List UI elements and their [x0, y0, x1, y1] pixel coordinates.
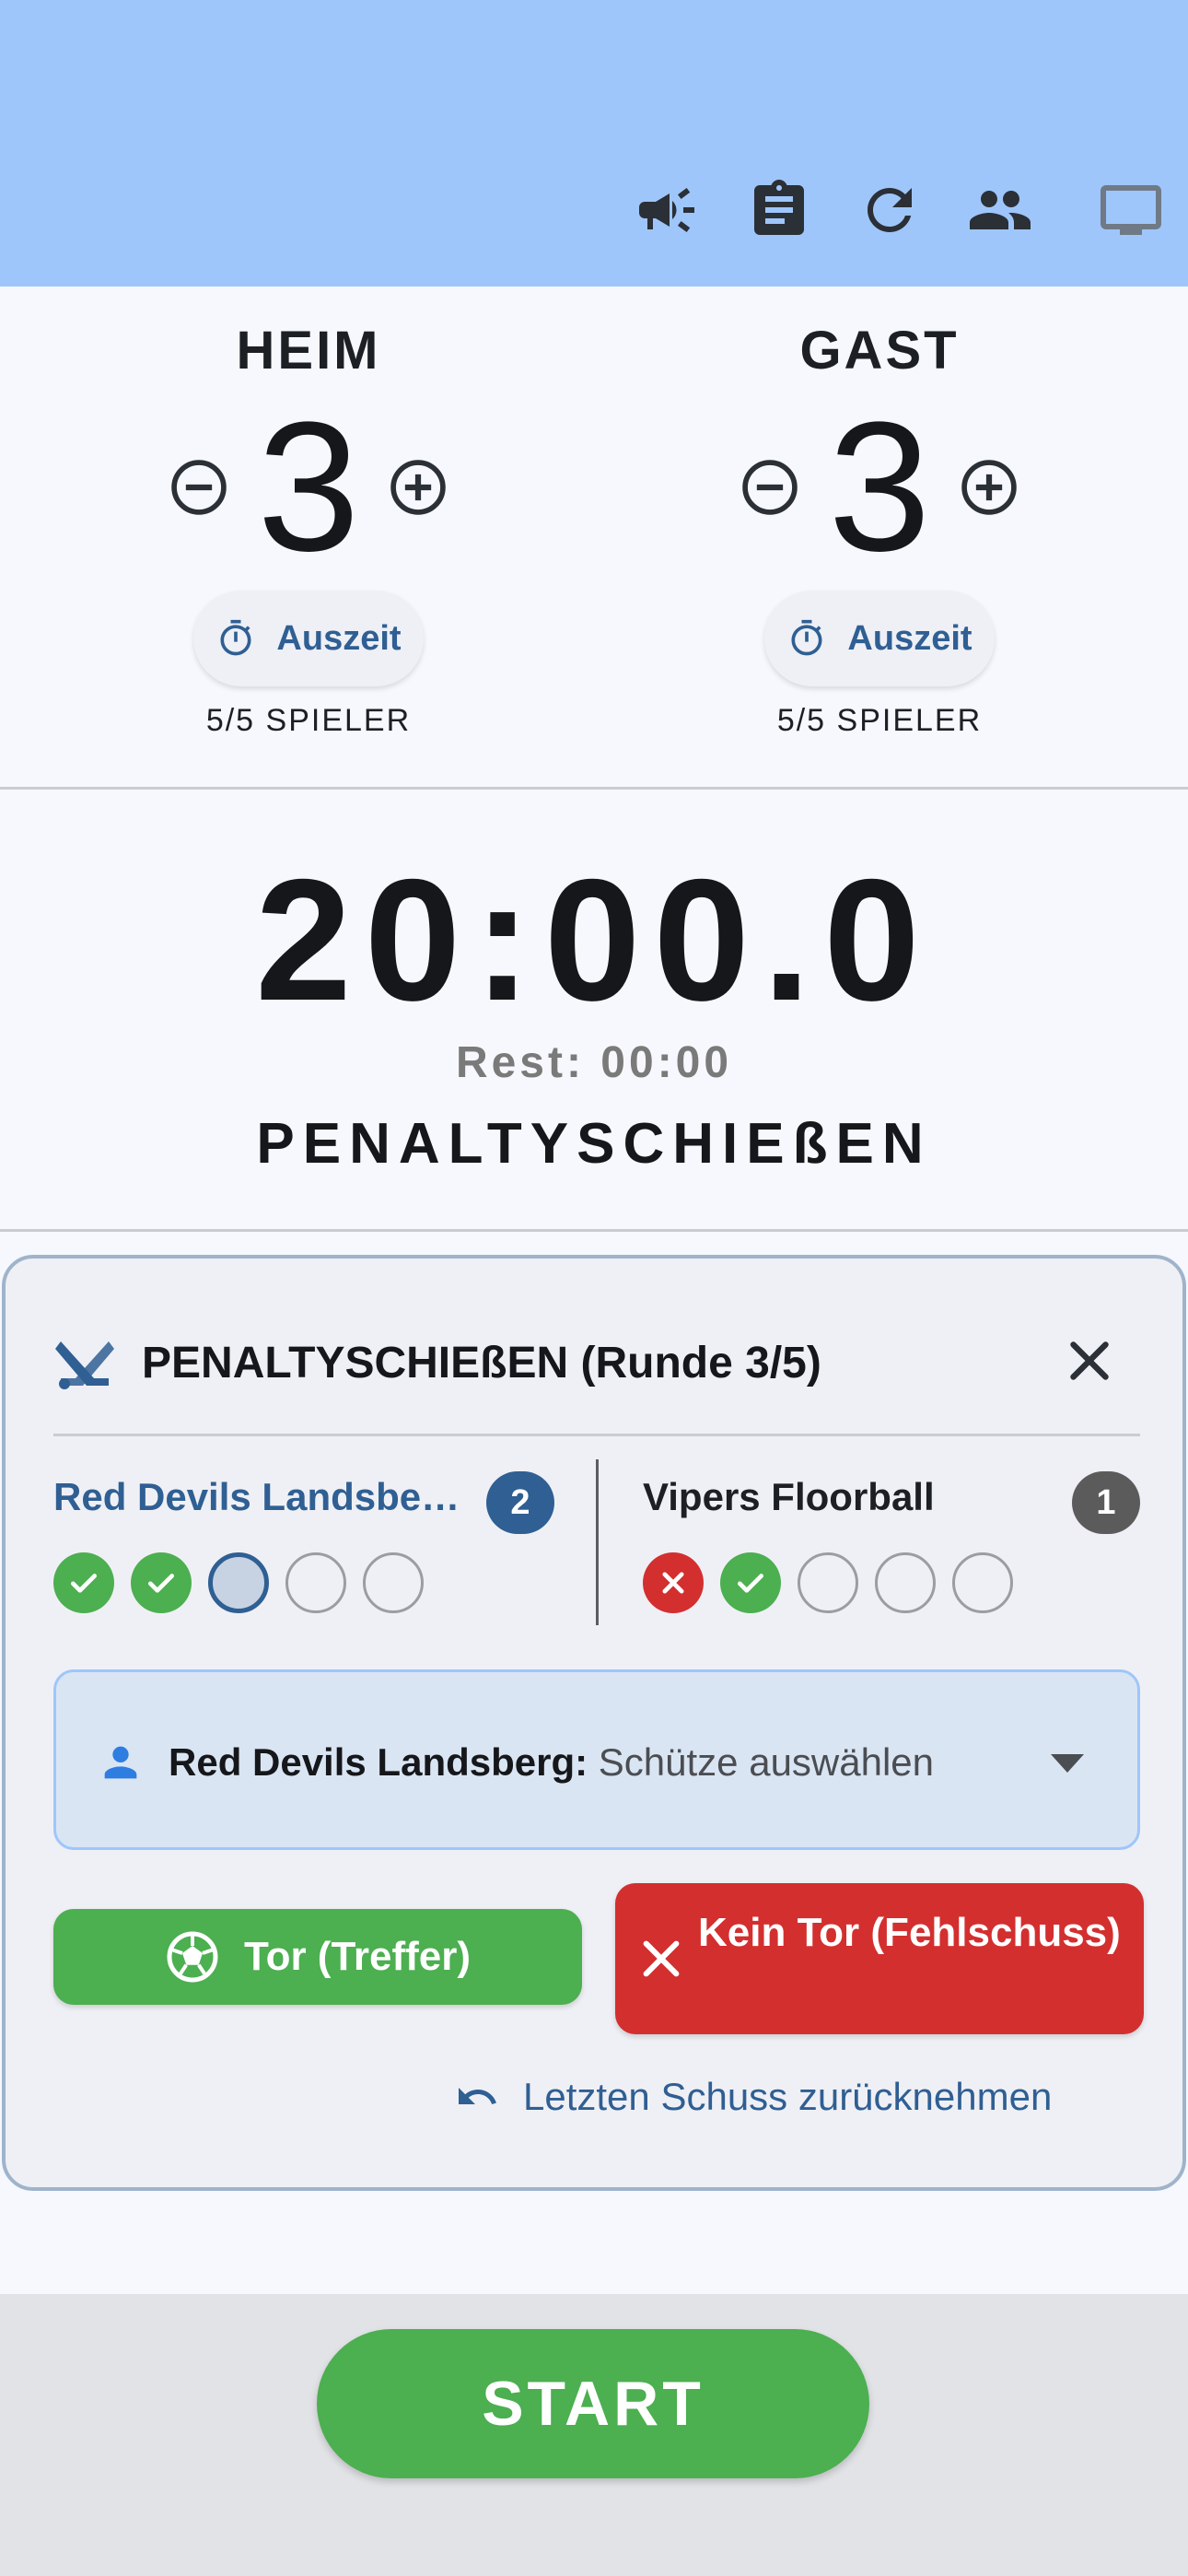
card-divider	[53, 1434, 1140, 1436]
shot-empty	[875, 1552, 936, 1613]
card-title: PENALTYSCHIEßEN (Runde 3/5)	[142, 1339, 821, 1388]
shooter-placeholder: Schütze auswählen	[598, 1740, 935, 1784]
check-icon	[738, 1574, 763, 1593]
clipboard-icon[interactable]	[746, 177, 812, 243]
home-shot-track	[53, 1552, 424, 1613]
top-app-bar	[0, 0, 1188, 287]
section-divider	[0, 1229, 1188, 1232]
plus-circle-icon	[390, 460, 446, 515]
away-goals-badge: 1	[1072, 1471, 1140, 1534]
close-icon	[643, 1940, 680, 1977]
away-score-row: 3	[571, 395, 1188, 580]
people-icon[interactable]	[967, 177, 1033, 243]
away-team-label: GAST	[799, 321, 960, 381]
away-timeout-label: Auszeit	[847, 618, 973, 658]
scoreboard: HEIM 3 Auszeit 5/5 SPIELER GAST 3 Auszei…	[0, 287, 1188, 789]
shot-current	[208, 1552, 269, 1613]
shot-hit	[720, 1552, 781, 1613]
megaphone-icon[interactable]	[634, 177, 700, 243]
away-penalty-team: Vipers Floorball 1	[643, 1471, 1140, 1622]
away-penalty-team-name: Vipers Floorball	[643, 1475, 935, 1518]
miss-button[interactable]: Kein Tor (Fehlschuss)	[615, 1883, 1144, 2034]
team-divider	[596, 1459, 599, 1625]
bottom-bar: START	[0, 2294, 1188, 2576]
away-players-count: 5/5 SPIELER	[776, 703, 983, 738]
home-timeout-button[interactable]: Auszeit	[193, 591, 424, 686]
period-label: PENALTYSCHIEßEN	[256, 1112, 932, 1176]
home-penalty-team-name: Red Devils Landsbe…	[53, 1475, 460, 1518]
check-icon	[71, 1574, 97, 1593]
home-score-row: 3	[0, 395, 617, 580]
shot-empty	[285, 1552, 346, 1613]
shot-empty	[363, 1552, 424, 1613]
home-players-count: 5/5 SPIELER	[205, 703, 412, 738]
undo-label: Letzten Schuss zurücknehmen	[523, 2075, 1053, 2118]
home-timeout-label: Auszeit	[276, 618, 402, 658]
soccer-ball-icon	[167, 1931, 218, 1983]
start-button[interactable]: START	[317, 2329, 869, 2478]
miss-button-label: Kein Tor (Fehlschuss)	[698, 1910, 1121, 1955]
goal-button-label: Tor (Treffer)	[243, 1934, 472, 1979]
home-penalty-team: Red Devils Landsbe… 2	[53, 1471, 569, 1622]
close-icon[interactable]	[1057, 1329, 1122, 1393]
shot-empty	[952, 1552, 1013, 1613]
game-clock[interactable]: 20:00.0	[0, 848, 1188, 1032]
card-header: PENALTYSCHIEßEN (Runde 3/5)	[53, 1329, 1140, 1402]
home-score: 3	[257, 384, 360, 590]
undo-icon	[459, 2088, 496, 2104]
timer-icon	[220, 619, 251, 656]
section-divider	[0, 787, 1188, 790]
shot-miss	[643, 1552, 704, 1613]
away-timeout-button[interactable]: Auszeit	[764, 591, 995, 686]
shot-hit	[53, 1552, 114, 1613]
timer-icon	[791, 619, 822, 656]
check-icon	[148, 1574, 174, 1593]
person-icon	[104, 1746, 137, 1779]
penalty-shootout-card: PENALTYSCHIEßEN (Runde 3/5) Red Devils L…	[2, 1255, 1186, 2191]
shooter-select-text: Red Devils Landsberg: Schütze auswählen	[169, 1740, 934, 1785]
refresh-icon[interactable]	[856, 177, 923, 243]
away-score: 3	[828, 384, 931, 590]
shooter-team-label: Red Devils Landsberg:	[169, 1740, 588, 1784]
home-goals-badge: 2	[486, 1471, 554, 1534]
tv-icon[interactable]	[1098, 177, 1164, 243]
shooter-select[interactable]: Red Devils Landsberg: Schütze auswählen	[53, 1669, 1140, 1850]
floorball-stick-icon	[55, 1341, 114, 1389]
home-team-panel: HEIM 3 Auszeit 5/5 SPIELER	[0, 287, 594, 789]
home-team-label: HEIM	[236, 321, 381, 381]
shot-hit	[131, 1552, 192, 1613]
away-team-panel: GAST 3 Auszeit 5/5 SPIELER	[571, 287, 1165, 789]
undo-last-shot-button[interactable]: Letzten Schuss zurücknehmen	[455, 2069, 1052, 2125]
close-icon	[662, 1572, 684, 1594]
plus-circle-icon	[961, 460, 1017, 515]
shot-empty	[798, 1552, 858, 1613]
away-shot-track	[643, 1552, 1013, 1613]
goal-button[interactable]: Tor (Treffer)	[53, 1909, 582, 2005]
dropdown-arrow-icon	[1051, 1754, 1084, 1773]
away-plus-button[interactable]	[958, 456, 1020, 519]
rest-time: Rest: 00:00	[455, 1038, 733, 1087]
home-plus-button[interactable]	[387, 456, 449, 519]
